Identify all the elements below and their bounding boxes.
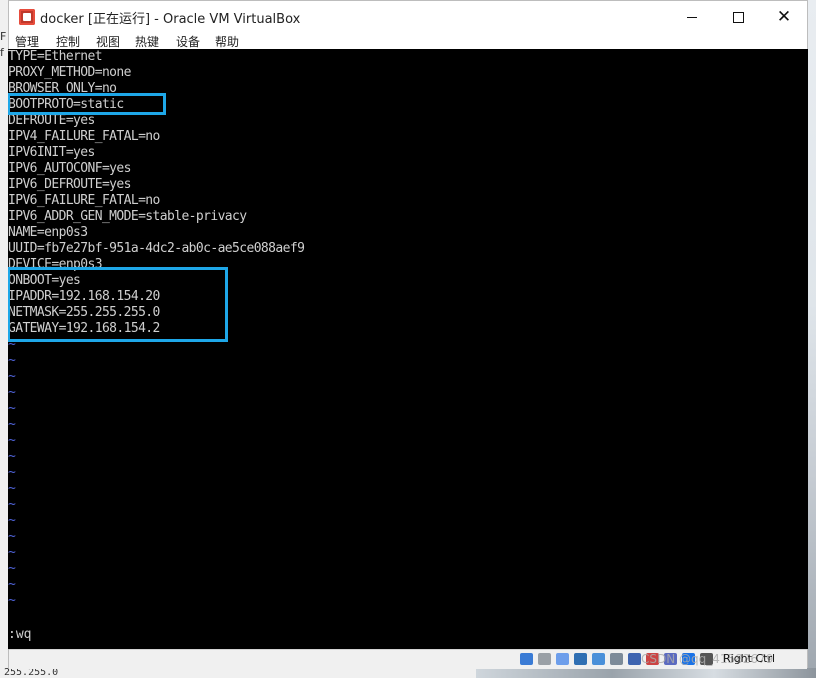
config-line: IPV6_FAILURE_FATAL=no — [8, 193, 160, 208]
empty-line-tilde: ~ — [8, 481, 16, 496]
network-icon[interactable] — [574, 653, 587, 665]
config-line: NAME=enp0s3 — [8, 225, 88, 240]
hard-disk-icon[interactable] — [520, 653, 533, 665]
desktop-bottom-text: 255.255.0 — [4, 668, 59, 678]
menu-devices[interactable]: 设备 — [176, 33, 200, 50]
menu-view[interactable]: 视图 — [96, 33, 120, 50]
empty-line-tilde: ~ — [8, 593, 16, 608]
virtualbox-window: docker [正在运行] - Oracle VM VirtualBox ✕ 管… — [8, 0, 808, 669]
menu-control[interactable]: 控制 — [56, 33, 80, 50]
empty-line-tilde: ~ — [8, 385, 16, 400]
maximize-icon — [732, 11, 744, 23]
vm-console-screen[interactable]: TYPE=Ethernet PROXY_METHOD=none BROWSER_ON… — [8, 49, 808, 649]
audio-icon[interactable] — [556, 653, 569, 665]
desktop-text-fragment: F — [0, 30, 7, 43]
minimize-icon — [687, 16, 697, 18]
config-line: IPV6_DEFROUTE=yes — [8, 177, 131, 192]
config-line: IPV6INIT=yes — [8, 145, 95, 160]
close-icon: ✕ — [776, 6, 792, 27]
desktop-text-fragment: f — [0, 46, 4, 59]
empty-line-tilde: ~ — [8, 529, 16, 544]
window-title: docker [正在运行] - Oracle VM VirtualBox — [40, 12, 301, 27]
virtualbox-app-icon — [19, 9, 35, 25]
desktop-bottom-edge: 255.255.0 — [0, 668, 816, 678]
title-bar[interactable]: docker [正在运行] - Oracle VM VirtualBox ✕ — [9, 1, 807, 33]
config-line: PROXY_METHOD=none — [8, 65, 131, 80]
config-line: TYPE=Ethernet — [8, 49, 103, 64]
empty-line-tilde: ~ — [8, 449, 16, 464]
menu-bar: 管理 控制 视图 热键 设备 帮助 — [9, 31, 807, 51]
menu-help[interactable]: 帮助 — [215, 33, 239, 50]
empty-line-tilde: ~ — [8, 577, 16, 592]
config-line: DEFROUTE=yes — [8, 113, 95, 128]
empty-line-tilde: ~ — [8, 545, 16, 560]
empty-line-tilde: ~ — [8, 561, 16, 576]
empty-line-tilde: ~ — [8, 497, 16, 512]
menu-machine[interactable]: 管理 — [15, 33, 39, 50]
minimize-button[interactable] — [669, 1, 715, 33]
desktop-wallpaper — [476, 668, 816, 678]
empty-line-tilde: ~ — [8, 401, 16, 416]
optical-drive-icon[interactable] — [538, 653, 551, 665]
shared-folders-icon[interactable] — [610, 653, 623, 665]
host-key-label: Right Ctrl — [723, 652, 776, 665]
empty-line-tilde: ~ — [8, 513, 16, 528]
menu-hotkey[interactable]: 热键 — [135, 33, 159, 50]
status-bar: CSDN @qq_41582679 Right Ctrl — [9, 649, 807, 669]
highlight-bootproto — [8, 93, 166, 115]
display-icon[interactable] — [628, 653, 641, 665]
config-line: IPV4_FAILURE_FATAL=no — [8, 129, 160, 144]
maximize-button[interactable] — [715, 1, 761, 33]
vi-command-line: :wq — [8, 627, 32, 642]
desktop-right-edge — [808, 0, 816, 678]
highlight-network-settings — [8, 267, 228, 342]
empty-line-tilde: ~ — [8, 465, 16, 480]
config-line: IPV6_AUTOCONF=yes — [8, 161, 131, 176]
empty-line-tilde: ~ — [8, 433, 16, 448]
empty-line-tilde: ~ — [8, 369, 16, 384]
close-button[interactable]: ✕ — [761, 1, 807, 33]
empty-line-tilde: ~ — [8, 417, 16, 432]
config-line: IPV6_ADDR_GEN_MODE=stable-privacy — [8, 209, 247, 224]
usb-icon[interactable] — [592, 653, 605, 665]
empty-line-tilde: ~ — [8, 353, 16, 368]
config-line: UUID=fb7e27bf-951a-4dc2-ab0c-ae5ce088aef… — [8, 241, 305, 256]
